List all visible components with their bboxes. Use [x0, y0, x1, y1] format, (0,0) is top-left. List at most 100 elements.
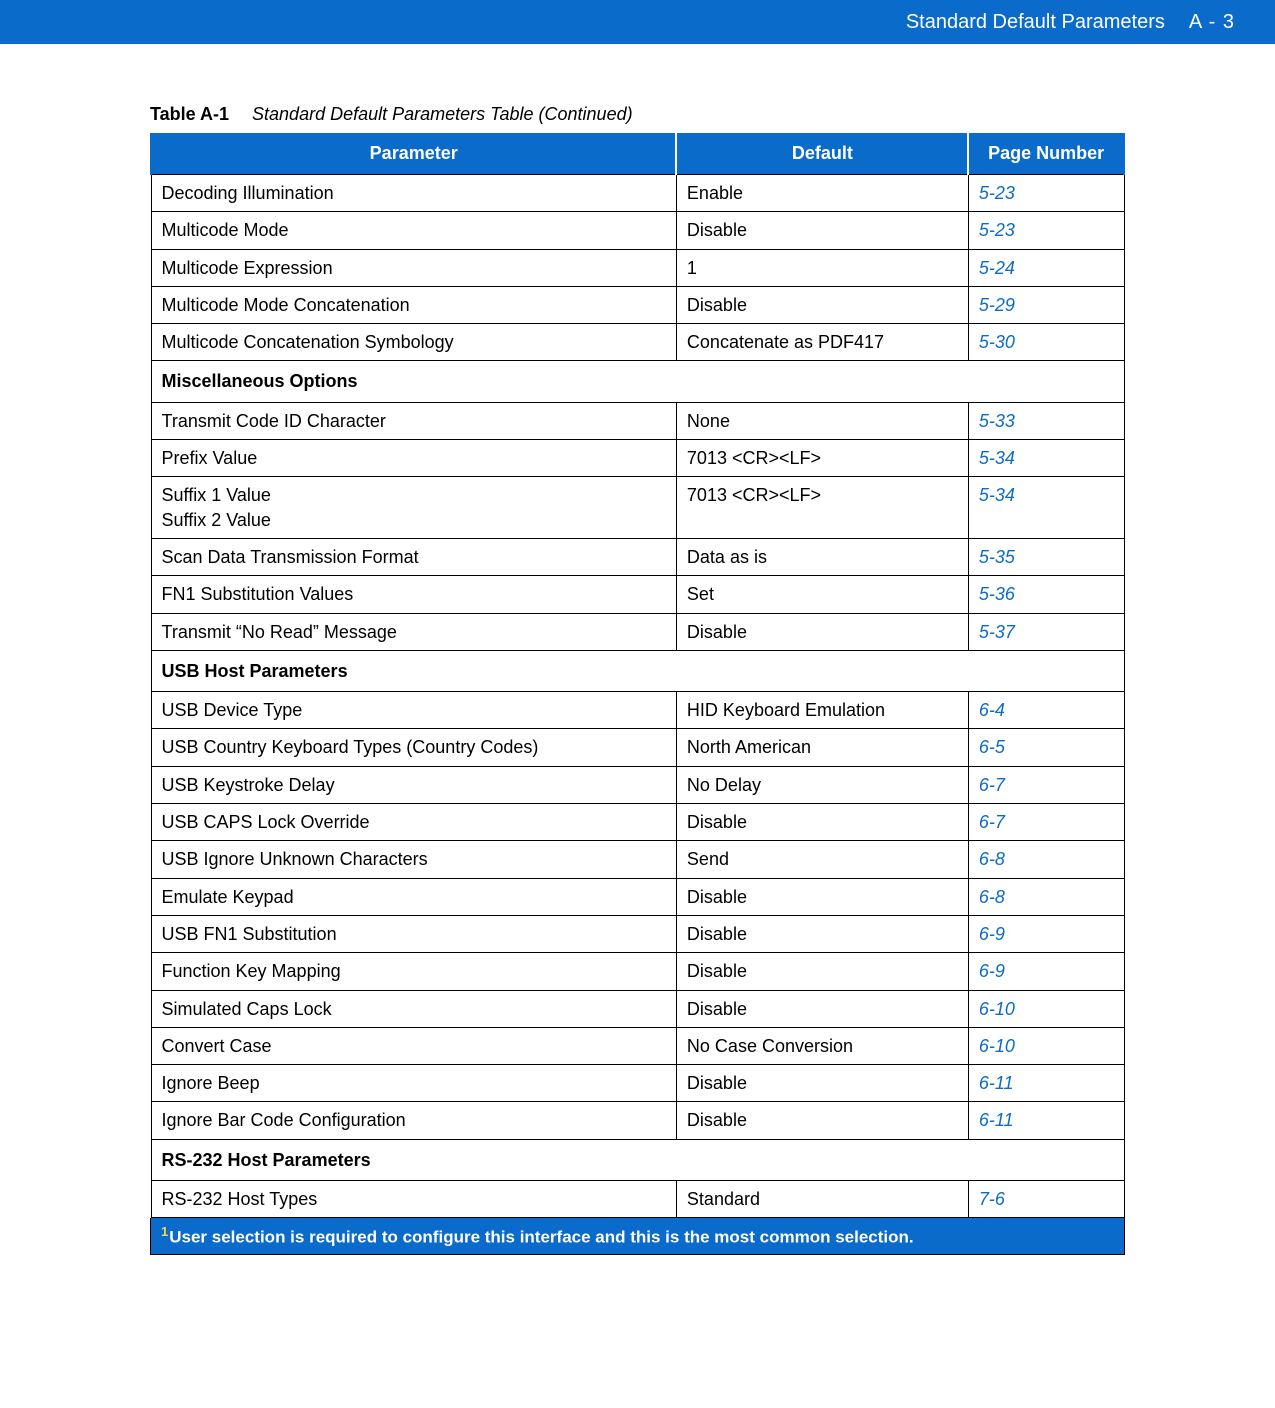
page-link[interactable]: 5-23: [979, 183, 1015, 203]
table-row: USB Ignore Unknown CharactersSend 6-8: [151, 841, 1124, 878]
page-link[interactable]: 6-7: [979, 812, 1005, 832]
cell-default: HID Keyboard Emulation: [676, 692, 968, 729]
page-link[interactable]: 5-34: [979, 485, 1015, 505]
table-row: Ignore Bar Code ConfigurationDisable6-11: [151, 1102, 1124, 1139]
cell-page-number: 5-34: [968, 477, 1124, 539]
page-link[interactable]: 6-11: [979, 1073, 1014, 1093]
cell-page-number: 5-33: [968, 402, 1124, 439]
table-row: Transmit “No Read” MessageDisable5-37: [151, 613, 1124, 650]
cell-page-number: 5-35: [968, 538, 1124, 575]
cell-parameter: Emulate Keypad: [151, 878, 676, 915]
page-link[interactable]: 7-6: [979, 1189, 1005, 1209]
cell-page-number: 5-30: [968, 324, 1124, 361]
cell-page-number: 6-11: [968, 1065, 1124, 1102]
cell-page-number: 6-7: [968, 804, 1124, 841]
page-link[interactable]: 6-8: [979, 849, 1005, 869]
cell-default: Disable: [676, 953, 968, 990]
cell-parameter: USB Ignore Unknown Characters: [151, 841, 676, 878]
page-link[interactable]: 6-4: [979, 700, 1005, 720]
cell-parameter: Multicode Expression: [151, 249, 676, 286]
cell-default: Disable: [676, 990, 968, 1027]
table-row: Simulated Caps LockDisable 6-10: [151, 990, 1124, 1027]
cell-default: Send: [676, 841, 968, 878]
page-link[interactable]: 5-35: [979, 547, 1015, 567]
table-row: Prefix Value7013 <CR><LF>5-34: [151, 440, 1124, 477]
footnote-text: User selection is required to configure …: [169, 1228, 913, 1247]
table-caption-label: Table A-1: [150, 104, 229, 124]
cell-default: Standard: [676, 1181, 968, 1218]
table-row: Scan Data Transmission FormatData as is5…: [151, 538, 1124, 575]
table-row: USB Keystroke DelayNo Delay6-7: [151, 766, 1124, 803]
table-row: Multicode Mode ConcatenationDisable5-29: [151, 286, 1124, 323]
cell-parameter: Simulated Caps Lock: [151, 990, 676, 1027]
table-row: Suffix 1 Value Suffix 2 Value7013 <CR><L…: [151, 477, 1124, 539]
cell-page-number: 5-23: [968, 175, 1124, 212]
page-link[interactable]: 6-9: [979, 924, 1005, 944]
page-link[interactable]: 6-5: [979, 737, 1005, 757]
cell-page-number: 6-8: [968, 878, 1124, 915]
table-row: Decoding IlluminationEnable 5-23: [151, 175, 1124, 212]
page-link[interactable]: 5-29: [979, 295, 1015, 315]
cell-parameter: Suffix 1 Value Suffix 2 Value: [151, 477, 676, 539]
cell-parameter: Ignore Bar Code Configuration: [151, 1102, 676, 1139]
table-caption: Table A-1 Standard Default Parameters Ta…: [150, 104, 1125, 125]
cell-parameter: Decoding Illumination: [151, 175, 676, 212]
cell-default: Disable: [676, 804, 968, 841]
page-link[interactable]: 5-23: [979, 220, 1015, 240]
page-link[interactable]: 6-10: [979, 999, 1015, 1019]
cell-default: No Case Conversion: [676, 1027, 968, 1064]
table-header-row: Parameter Default Page Number: [151, 133, 1124, 175]
table-row: Multicode Expression1 5-24: [151, 249, 1124, 286]
cell-default: Disable: [676, 1065, 968, 1102]
page-link[interactable]: 6-9: [979, 961, 1005, 981]
cell-page-number: 6-4: [968, 692, 1124, 729]
cell-parameter: RS-232 Host Types: [151, 1181, 676, 1218]
table-row: USB FN1 SubstitutionDisable6-9: [151, 915, 1124, 952]
cell-page-number: 6-9: [968, 915, 1124, 952]
table-row: Convert CaseNo Case Conversion6-10: [151, 1027, 1124, 1064]
section-title: Miscellaneous Options: [151, 361, 1124, 402]
col-header-page: Page Number: [968, 133, 1124, 175]
col-header-default: Default: [676, 133, 968, 175]
cell-default: Disable: [676, 212, 968, 249]
page-link[interactable]: 6-10: [979, 1036, 1015, 1056]
footnote-marker: 1: [161, 1224, 168, 1239]
table-row: Function Key MappingDisable 6-9: [151, 953, 1124, 990]
cell-parameter: USB Country Keyboard Types (Country Code…: [151, 729, 676, 766]
cell-default: Disable: [676, 915, 968, 952]
table-row: RS-232 Host TypesStandard 7-6: [151, 1181, 1124, 1218]
col-header-parameter: Parameter: [151, 133, 676, 175]
table-row: USB CAPS Lock OverrideDisable6-7: [151, 804, 1124, 841]
cell-page-number: 7-6: [968, 1181, 1124, 1218]
cell-page-number: 5-37: [968, 613, 1124, 650]
table-row: Emulate KeypadDisable6-8: [151, 878, 1124, 915]
page-link[interactable]: 5-34: [979, 448, 1015, 468]
cell-default: 7013 <CR><LF>: [676, 440, 968, 477]
cell-default: Enable: [676, 175, 968, 212]
page-link[interactable]: 6-7: [979, 775, 1005, 795]
page-link[interactable]: 5-33: [979, 411, 1015, 431]
table-row: USB Device TypeHID Keyboard Emulation6-4: [151, 692, 1124, 729]
header-section-title: Standard Default Parameters: [906, 11, 1165, 34]
page-link[interactable]: 6-11: [979, 1110, 1014, 1130]
cell-parameter: Multicode Mode: [151, 212, 676, 249]
cell-page-number: 6-8: [968, 841, 1124, 878]
page-link[interactable]: 5-36: [979, 584, 1015, 604]
cell-parameter: Function Key Mapping: [151, 953, 676, 990]
cell-default: Concatenate as PDF417: [676, 324, 968, 361]
page-content: Table A-1 Standard Default Parameters Ta…: [0, 44, 1275, 1295]
page-link[interactable]: 5-37: [979, 622, 1015, 642]
cell-default: No Delay: [676, 766, 968, 803]
cell-page-number: 6-11: [968, 1102, 1124, 1139]
page-link[interactable]: 5-24: [979, 258, 1015, 278]
table-row: FN1 Substitution ValuesSet5-36: [151, 576, 1124, 613]
page-link[interactable]: 5-30: [979, 332, 1015, 352]
table-row: Ignore BeepDisable 6-11: [151, 1065, 1124, 1102]
page-link[interactable]: 6-8: [979, 887, 1005, 907]
cell-parameter: Ignore Beep: [151, 1065, 676, 1102]
table-row: USB Country Keyboard Types (Country Code…: [151, 729, 1124, 766]
section-title: RS-232 Host Parameters: [151, 1139, 1124, 1180]
cell-page-number: 5-34: [968, 440, 1124, 477]
cell-page-number: 6-10: [968, 990, 1124, 1027]
cell-default: 1: [676, 249, 968, 286]
